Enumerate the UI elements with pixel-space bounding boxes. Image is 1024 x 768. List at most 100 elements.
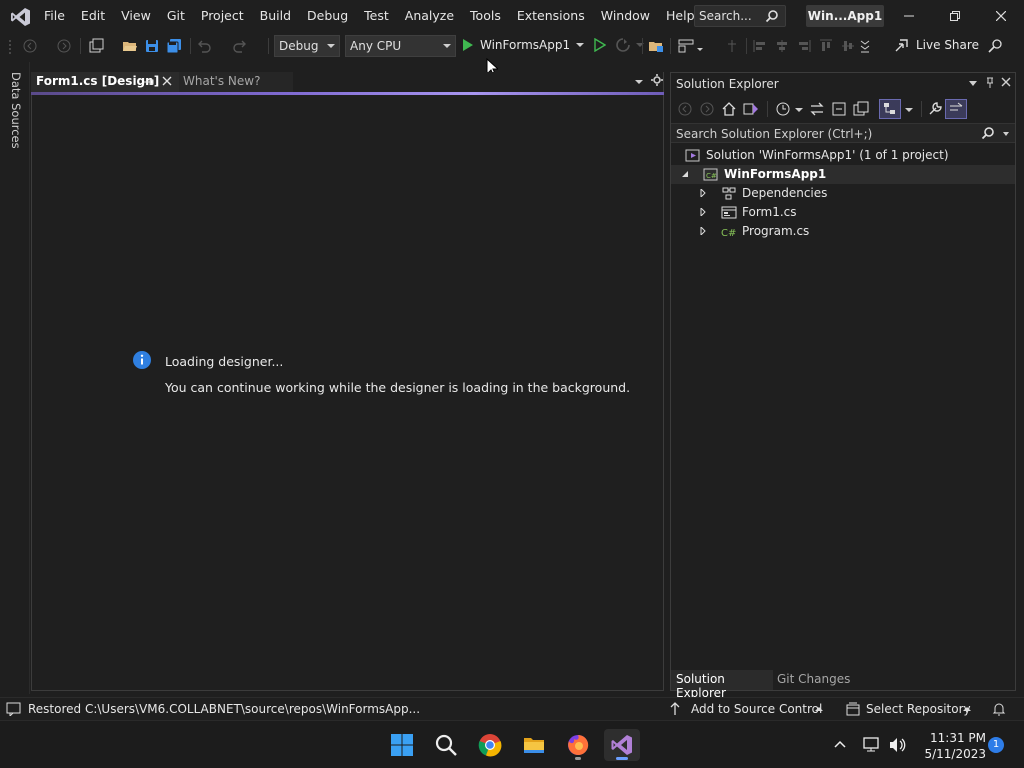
align-tops-icon[interactable]: [818, 38, 834, 54]
collapse-all-icon[interactable]: [831, 101, 847, 117]
menu-project[interactable]: Project: [193, 0, 252, 32]
title-bar: File Edit View Git Project Build Debug T…: [0, 0, 1024, 32]
data-sources-tab[interactable]: Data Sources: [9, 72, 23, 149]
forward-icon[interactable]: [699, 101, 715, 117]
properties-wrench-icon[interactable]: [927, 101, 943, 117]
tab-git-changes[interactable]: Git Changes: [777, 672, 850, 686]
folder-view-icon[interactable]: [648, 38, 664, 54]
chevron-down-icon[interactable]: [795, 101, 803, 117]
layout-toolbar-icon[interactable]: [678, 38, 704, 54]
solution-platform-select[interactable]: Any CPU: [345, 35, 456, 57]
menu-file[interactable]: File: [36, 0, 73, 32]
chevron-up-icon[interactable]: [963, 707, 971, 711]
menu-tools[interactable]: Tools: [462, 0, 509, 32]
tree-item-project[interactable]: C# WinFormsApp1: [671, 165, 1015, 184]
pin-icon[interactable]: [143, 76, 155, 88]
start-without-debugging-icon[interactable]: [594, 38, 607, 52]
tree-item-dependencies[interactable]: Dependencies: [671, 184, 1015, 203]
pin-icon[interactable]: [985, 77, 995, 89]
align-middles-icon[interactable]: [840, 38, 856, 54]
add-to-source-control-button[interactable]: Add to Source Control: [691, 702, 822, 716]
tree-item-form1[interactable]: Form1.cs: [671, 203, 1015, 222]
gear-icon[interactable]: [651, 74, 663, 86]
expanded-triangle-icon[interactable]: [681, 170, 689, 178]
align-centers-icon[interactable]: [774, 38, 790, 54]
restore-button[interactable]: [932, 0, 978, 32]
volume-icon[interactable]: [888, 736, 908, 754]
solution-configuration-select[interactable]: Debug: [274, 35, 340, 57]
panel-options-chevron-icon[interactable]: [969, 81, 977, 87]
tab-label: Solution Explorer: [676, 672, 726, 700]
notification-count-badge[interactable]: 1: [988, 737, 1004, 753]
menu-edit[interactable]: Edit: [73, 0, 113, 32]
menu-extensions[interactable]: Extensions: [509, 0, 593, 32]
collapsed-triangle-icon[interactable]: [699, 227, 707, 235]
navigate-back-icon[interactable]: [22, 38, 38, 54]
redo-icon[interactable]: [232, 38, 248, 54]
collapsed-triangle-icon[interactable]: [699, 189, 707, 197]
collapsed-triangle-icon[interactable]: [699, 208, 707, 216]
solution-explorer-search-input[interactable]: Search Solution Explorer (Ctrl+;): [671, 123, 1015, 143]
sync-with-active-document-icon[interactable]: [809, 101, 825, 117]
switch-views-icon[interactable]: [743, 101, 759, 117]
save-all-icon[interactable]: [166, 38, 182, 54]
tab-solution-explorer[interactable]: Solution Explorer: [671, 670, 773, 700]
start-debugging-button[interactable]: WinFormsApp1: [462, 34, 645, 56]
search-box[interactable]: Search...: [694, 5, 786, 27]
menu-test[interactable]: Test: [356, 0, 397, 32]
toggle-view-icon[interactable]: [879, 99, 901, 119]
taskbar-visual-studio[interactable]: [604, 729, 640, 761]
solution-name-badge[interactable]: Win...App1: [806, 5, 884, 27]
home-icon[interactable]: [721, 101, 737, 117]
network-icon[interactable]: [862, 736, 882, 754]
close-tab-icon[interactable]: [161, 75, 173, 87]
menu-git[interactable]: Git: [159, 0, 193, 32]
tree-item-solution[interactable]: Solution 'WinFormsApp1' (1 of 1 project): [671, 146, 1015, 165]
align-rights-icon[interactable]: [796, 38, 812, 54]
menu-analyze[interactable]: Analyze: [397, 0, 462, 32]
menu-debug[interactable]: Debug: [299, 0, 356, 32]
chevron-down-icon[interactable]: [905, 101, 913, 117]
chevron-up-icon[interactable]: [815, 707, 823, 711]
taskbar-file-explorer[interactable]: [516, 729, 552, 761]
align-lefts-icon[interactable]: [752, 38, 768, 54]
tab-overflow-dropdown-icon[interactable]: [634, 78, 644, 86]
live-share-button[interactable]: Live Share: [888, 34, 979, 56]
chevron-up-icon[interactable]: [834, 739, 846, 749]
visual-studio-logo-icon[interactable]: [10, 6, 32, 28]
toolbar-overflow-icon[interactable]: [860, 38, 870, 54]
open-file-icon[interactable]: [122, 38, 138, 54]
pending-changes-filter-icon[interactable]: [775, 101, 791, 117]
feedback-icon[interactable]: [986, 38, 1004, 54]
undo-icon[interactable]: [196, 38, 212, 54]
hot-reload-icon[interactable]: [616, 38, 630, 52]
taskbar-firefox[interactable]: [560, 729, 596, 761]
start-button[interactable]: [384, 729, 420, 761]
back-icon[interactable]: [677, 101, 693, 117]
tab-form1-design[interactable]: Form1.cs [Design]: [31, 72, 179, 92]
live-share-icon: [894, 37, 910, 53]
tree-item-program[interactable]: C# Program.cs: [671, 222, 1015, 241]
select-repository-button[interactable]: Select Repository: [866, 702, 971, 716]
close-panel-icon[interactable]: [1001, 77, 1011, 87]
tab-whats-new[interactable]: What's New?: [179, 72, 293, 92]
chevron-down-icon[interactable]: [576, 42, 585, 48]
save-icon[interactable]: [144, 38, 160, 54]
minimize-button[interactable]: [886, 0, 932, 32]
tree-item-label: Dependencies: [742, 186, 828, 200]
chevron-down-icon[interactable]: [1003, 132, 1009, 136]
taskbar-clock[interactable]: 11:31 PM 5/11/2023: [916, 730, 986, 762]
menu-window[interactable]: Window: [593, 0, 658, 32]
close-window-button[interactable]: [978, 0, 1024, 32]
taskbar-chrome[interactable]: [472, 729, 508, 761]
menu-view[interactable]: View: [113, 0, 159, 32]
preview-selected-items-icon[interactable]: [945, 99, 967, 119]
output-message-icon[interactable]: [6, 702, 22, 716]
new-project-icon[interactable]: [88, 38, 104, 54]
show-all-files-icon[interactable]: [853, 101, 869, 117]
taskbar-search-button[interactable]: [428, 729, 464, 761]
notification-bell-icon[interactable]: [992, 702, 1006, 716]
menu-build[interactable]: Build: [252, 0, 299, 32]
align-to-grid-icon[interactable]: [724, 38, 740, 54]
navigate-forward-icon[interactable]: [56, 38, 72, 54]
